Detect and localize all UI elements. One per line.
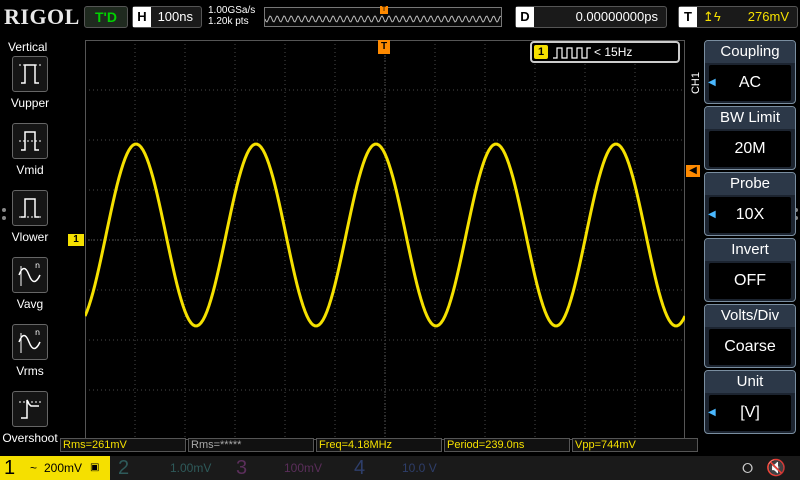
- measure-label: Vavg: [16, 297, 44, 311]
- knob-select-icon: ◀: [708, 209, 716, 220]
- trigger-level-marker[interactable]: ◀: [686, 165, 700, 177]
- channel-number: 2: [118, 457, 130, 479]
- waveform-grid[interactable]: [85, 40, 685, 440]
- bw-limit-icon: ▣: [90, 462, 100, 473]
- channel-scale: 100mV: [284, 461, 323, 475]
- channel-1-status[interactable]: 1 ~ 200mV ▣: [0, 456, 110, 480]
- grid-lines: [85, 40, 685, 440]
- measure-overshoot[interactable]: Overshoot: [0, 391, 60, 457]
- measurement-freq[interactable]: Freq=4.18MHz: [316, 438, 442, 452]
- trigger-key: T: [679, 7, 697, 27]
- measure-label: Vupper: [10, 96, 50, 110]
- brand-logo: RIGOL: [4, 4, 80, 29]
- svg-text:n: n: [35, 261, 40, 270]
- measure-vmid[interactable]: Vmid: [0, 123, 60, 189]
- softkey-value: [V]: [709, 395, 791, 431]
- delay-value: 0.00000000ps: [575, 9, 658, 24]
- knob-select-icon: ◀: [708, 407, 716, 418]
- softkey-value: AC: [709, 65, 791, 101]
- memory-depth: 1.20k pts: [208, 16, 249, 27]
- knob-select-icon: ◀: [708, 77, 716, 88]
- vlower-icon: [12, 190, 48, 226]
- measurement-rms-ch1[interactable]: Rms=261mV: [60, 438, 186, 452]
- frequency-value: < 15Hz: [594, 45, 633, 59]
- left-measure-menu: Vertical Vupper Vmid Vlower n Vavg n Vrm…: [0, 36, 60, 456]
- measure-label: Overshoot: [2, 431, 58, 445]
- horizontal-key: H: [133, 7, 151, 27]
- left-page-indicator: [2, 208, 6, 222]
- softkey-value: OFF: [709, 263, 791, 299]
- coupling-icon: ~: [30, 461, 38, 475]
- measurement-rms-off[interactable]: Rms=*****: [188, 438, 314, 452]
- vrms-icon: n: [12, 324, 48, 360]
- trigger-level: 276mV: [747, 9, 789, 24]
- channel-4-status[interactable]: 4 10.0 V: [350, 456, 460, 480]
- channel-number: 3: [236, 457, 248, 479]
- measure-label: Vmid: [16, 163, 44, 177]
- delay-box[interactable]: D 0.00000000ps: [515, 6, 667, 28]
- softkey-title: Volts/Div: [705, 305, 795, 327]
- sample-rate: 1.00GSa/s: [208, 5, 256, 16]
- ch1-offset-marker[interactable]: 1: [68, 234, 84, 246]
- softkey-value: 10X: [709, 197, 791, 233]
- channel-status-bar: 1 ~ 200mV ▣ 2 1.00mV 3 100mV 4 10.0 V ⭘ …: [0, 456, 800, 480]
- softkey-title: Unit: [705, 371, 795, 393]
- measure-label: Vrms: [16, 364, 44, 378]
- top-status-bar: RIGOL T'D H 100ns 1.00GSa/s 1.20k pts T …: [0, 0, 800, 36]
- channel-scale: 1.00mV: [170, 461, 212, 475]
- volts-div-softkey[interactable]: Volts/Div Coarse: [704, 304, 796, 368]
- svg-text:n: n: [35, 328, 40, 337]
- softkey-value: Coarse: [709, 329, 791, 365]
- channel-number: 4: [354, 457, 366, 479]
- right-channel-menu: Coupling AC ◀ BW Limit 20M Probe 10X ◀ I…: [704, 40, 800, 436]
- softkey-value: 20M: [709, 131, 791, 167]
- left-menu-title: Vertical: [8, 40, 48, 54]
- rising-edge-icon: ↥ϟ: [703, 9, 721, 24]
- measure-label: Vlower: [11, 230, 49, 244]
- vupper-icon: [12, 56, 48, 92]
- channel-badge: 1: [534, 45, 548, 59]
- overshoot-icon: [12, 391, 48, 427]
- usb-icon: ⭘: [742, 460, 754, 476]
- channel-number: 1: [4, 457, 16, 479]
- ch1-frequency-counter: 1 < 15Hz: [530, 41, 680, 63]
- channel-scale: 200mV: [44, 461, 83, 475]
- invert-softkey[interactable]: Invert OFF: [704, 238, 796, 302]
- coupling-softkey[interactable]: Coupling AC ◀: [704, 40, 796, 104]
- delay-key: D: [516, 7, 534, 27]
- memory-overview-bar[interactable]: T: [264, 6, 502, 27]
- vmid-icon: [12, 123, 48, 159]
- softkey-title: BW Limit: [705, 107, 795, 129]
- channel-scale: 10.0 V: [402, 461, 437, 475]
- trigger-box[interactable]: T ↥ϟ 276mV: [678, 6, 798, 28]
- square-wave-icon: [553, 47, 591, 59]
- timebase-value: 100ns: [157, 9, 193, 24]
- softkey-title: Probe: [705, 173, 795, 195]
- unit-softkey[interactable]: Unit [V] ◀: [704, 370, 796, 434]
- measure-vlower[interactable]: Vlower: [0, 190, 60, 256]
- bw-limit-softkey[interactable]: BW Limit 20M: [704, 106, 796, 170]
- softkey-title: Coupling: [705, 41, 795, 63]
- measurement-bar: Rms=261mV Rms=***** Freq=4.18MHz Period=…: [60, 438, 700, 452]
- trigger-position-marker[interactable]: T: [378, 40, 390, 54]
- measurement-vpp[interactable]: Vpp=744mV: [572, 438, 698, 452]
- vavg-icon: n: [12, 257, 48, 293]
- measure-vupper[interactable]: Vupper: [0, 56, 60, 122]
- memory-trigger-marker: T: [380, 6, 388, 14]
- probe-softkey[interactable]: Probe 10X ◀: [704, 172, 796, 236]
- channel-3-status[interactable]: 3 100mV: [232, 456, 342, 480]
- speaker-muted-icon[interactable]: 🔇: [766, 458, 786, 478]
- measurement-period[interactable]: Period=239.0ns: [444, 438, 570, 452]
- softkey-title: Invert: [705, 239, 795, 261]
- right-menu-channel-label: CH1: [690, 72, 702, 95]
- measure-vrms[interactable]: n Vrms: [0, 324, 60, 390]
- trigger-status-badge: T'D: [84, 6, 128, 28]
- measure-vavg[interactable]: n Vavg: [0, 257, 60, 323]
- acquisition-info: 1.00GSa/s 1.20k pts: [208, 5, 255, 27]
- horizontal-timebase-box[interactable]: H 100ns: [132, 6, 202, 28]
- channel-2-status[interactable]: 2 1.00mV: [114, 456, 224, 480]
